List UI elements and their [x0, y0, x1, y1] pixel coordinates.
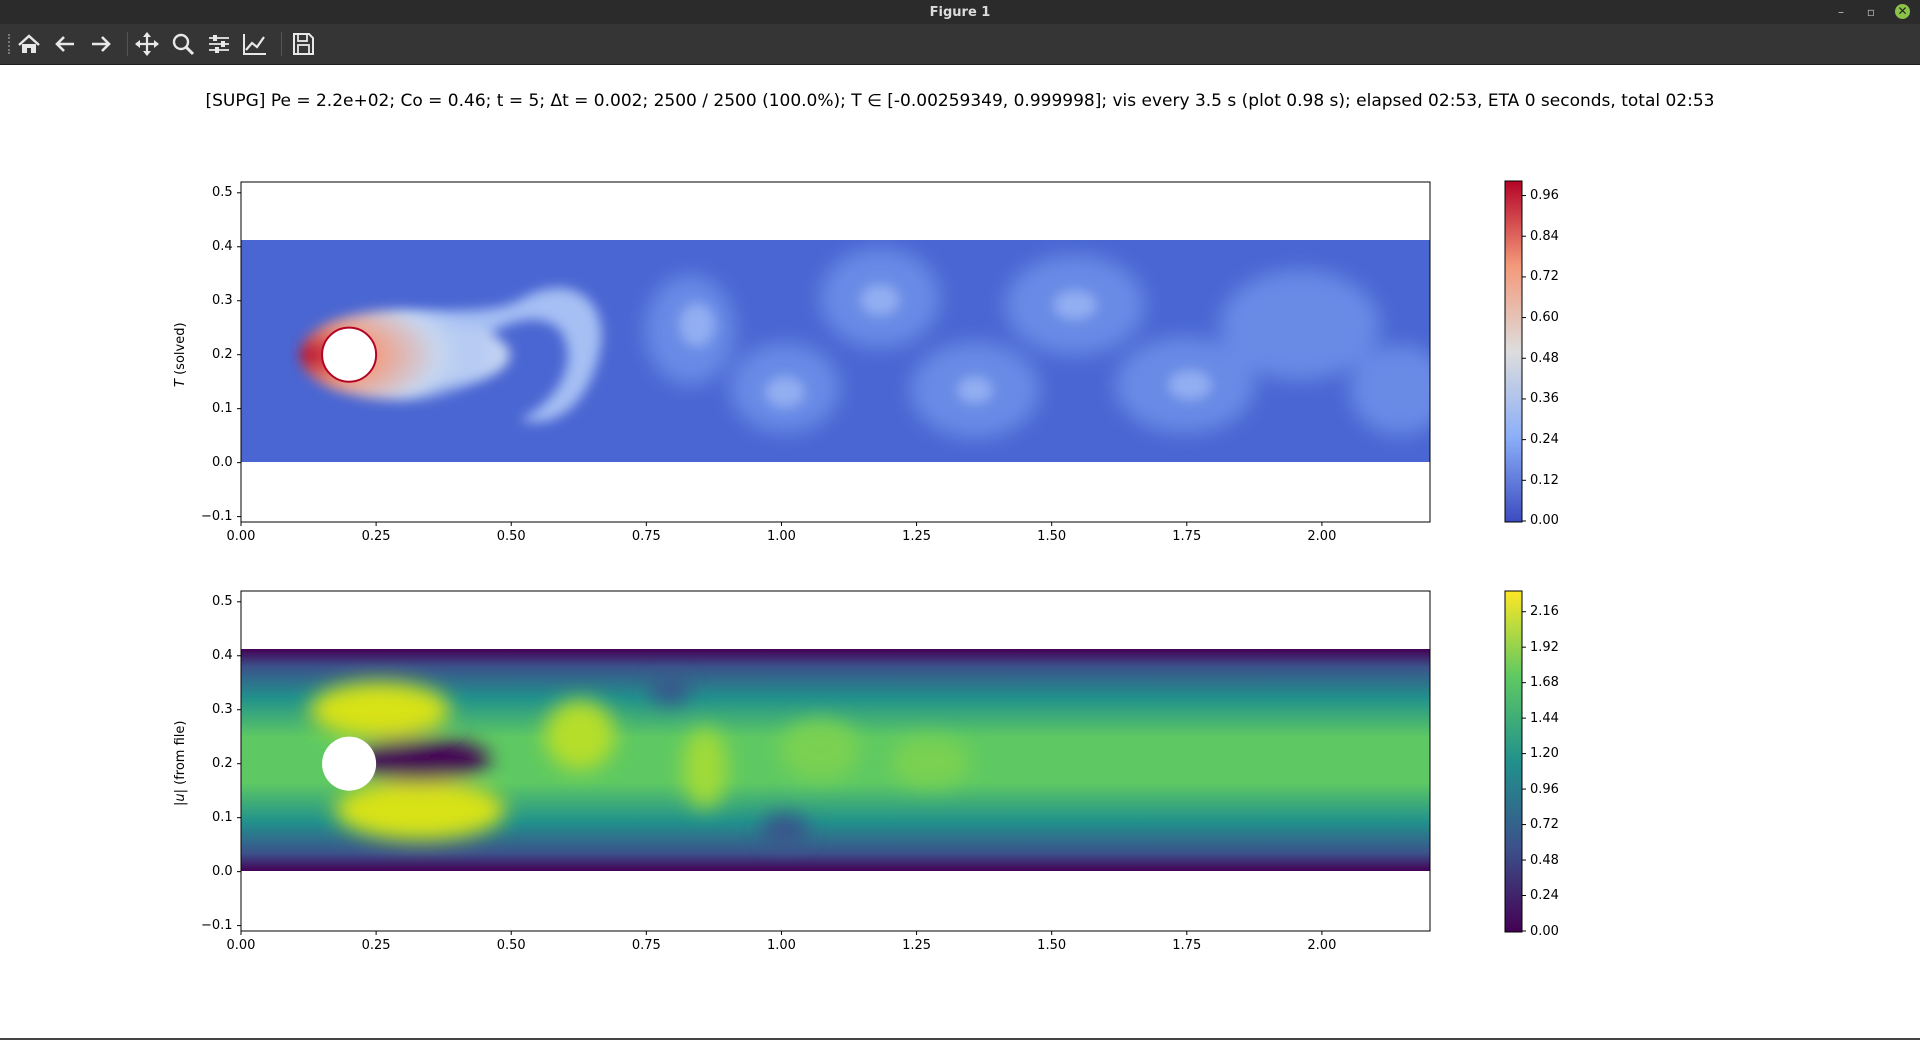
y-tick-label: −0.1 [201, 509, 233, 525]
x-tick-label: 1.00 [766, 938, 796, 953]
colorbar-tick-label: 0.12 [1530, 472, 1559, 488]
y-tick-label: 0.5 [212, 185, 233, 201]
y-tick-label: 0.4 [212, 648, 233, 664]
x-tick-label: 0.50 [496, 529, 526, 544]
x-tick-label: 1.75 [1172, 529, 1202, 544]
y-tick-label: 0.3 [212, 293, 233, 309]
velocity-field [241, 649, 1430, 871]
ylabel-2-symbol: |u| [173, 789, 188, 806]
x-tick-label: 0.25 [361, 529, 391, 544]
colorbar-velocity [1504, 590, 1523, 933]
colorbar-tick-label: 0.96 [1530, 781, 1559, 797]
ylabel-1-text: (solved) [173, 322, 188, 375]
colorbar-tick-label: 0.72 [1530, 817, 1559, 833]
colorbar-tick-label: 0.72 [1530, 269, 1559, 285]
colorbar-tick-label: 0.60 [1530, 310, 1559, 326]
colorbar-tick-label: 0.48 [1530, 350, 1559, 366]
colorbar-tick-label: 0.00 [1530, 513, 1559, 529]
ylabel-1-symbol: T [173, 379, 188, 387]
x-tick-label: 0.25 [361, 938, 391, 953]
y-tick-label: 0.4 [212, 239, 233, 255]
x-tick-label: 1.25 [902, 529, 932, 544]
colorbar-tick-label: 1.20 [1530, 746, 1559, 762]
x-tick-label: 0.00 [226, 938, 256, 953]
colorbar-tick-label: 0.96 [1530, 188, 1559, 204]
y-tick-label: 0.1 [212, 401, 233, 417]
x-tick-label: 0.75 [631, 938, 661, 953]
y-tick-label: 0.5 [212, 594, 233, 610]
x-tick-label: 2.00 [1307, 938, 1337, 953]
y-tick-label: 0.3 [212, 702, 233, 718]
ylabel-1: T (solved) [173, 322, 188, 387]
x-tick-label: 0.50 [496, 938, 526, 953]
y-tick-label: 0.1 [212, 810, 233, 826]
x-tick-label: 1.75 [1172, 938, 1202, 953]
x-tick-label: 0.00 [226, 529, 256, 544]
obstacle-cylinder [321, 326, 378, 383]
colorbar-temperature [1504, 180, 1523, 523]
colorbar-tick-label: 2.16 [1530, 604, 1559, 620]
colorbar-tick-label: 0.24 [1530, 888, 1559, 904]
y-tick-label: −0.1 [201, 918, 233, 934]
ylabel-2-text: (from file) [173, 720, 188, 785]
ylabel-2: |u| (from file) [173, 721, 188, 806]
colorbar-tick-label: 0.24 [1530, 432, 1559, 448]
colorbar-tick-label: 1.44 [1530, 710, 1559, 726]
y-tick-label: 0.2 [212, 756, 233, 772]
colorbar-tick-label: 1.68 [1530, 675, 1559, 691]
y-tick-label: 0.0 [212, 864, 233, 880]
colorbar-tick-label: 1.92 [1530, 639, 1559, 655]
temperature-field [241, 240, 1430, 462]
x-tick-label: 0.75 [631, 529, 661, 544]
figure-plots [237, 180, 1526, 935]
x-tick-label: 2.00 [1307, 529, 1337, 544]
y-tick-label: 0.2 [212, 347, 233, 363]
x-tick-label: 1.50 [1037, 938, 1067, 953]
x-tick-label: 1.25 [902, 938, 932, 953]
colorbar-tick-label: 0.36 [1530, 391, 1559, 407]
x-tick-label: 1.00 [766, 529, 796, 544]
obstacle-cylinder [322, 736, 377, 791]
colorbar-tick-label: 0.00 [1530, 923, 1559, 939]
colorbar-tick-label: 0.84 [1530, 228, 1559, 244]
y-tick-label: 0.0 [212, 455, 233, 471]
colorbar-tick-label: 0.48 [1530, 852, 1559, 868]
x-tick-label: 1.50 [1037, 529, 1067, 544]
